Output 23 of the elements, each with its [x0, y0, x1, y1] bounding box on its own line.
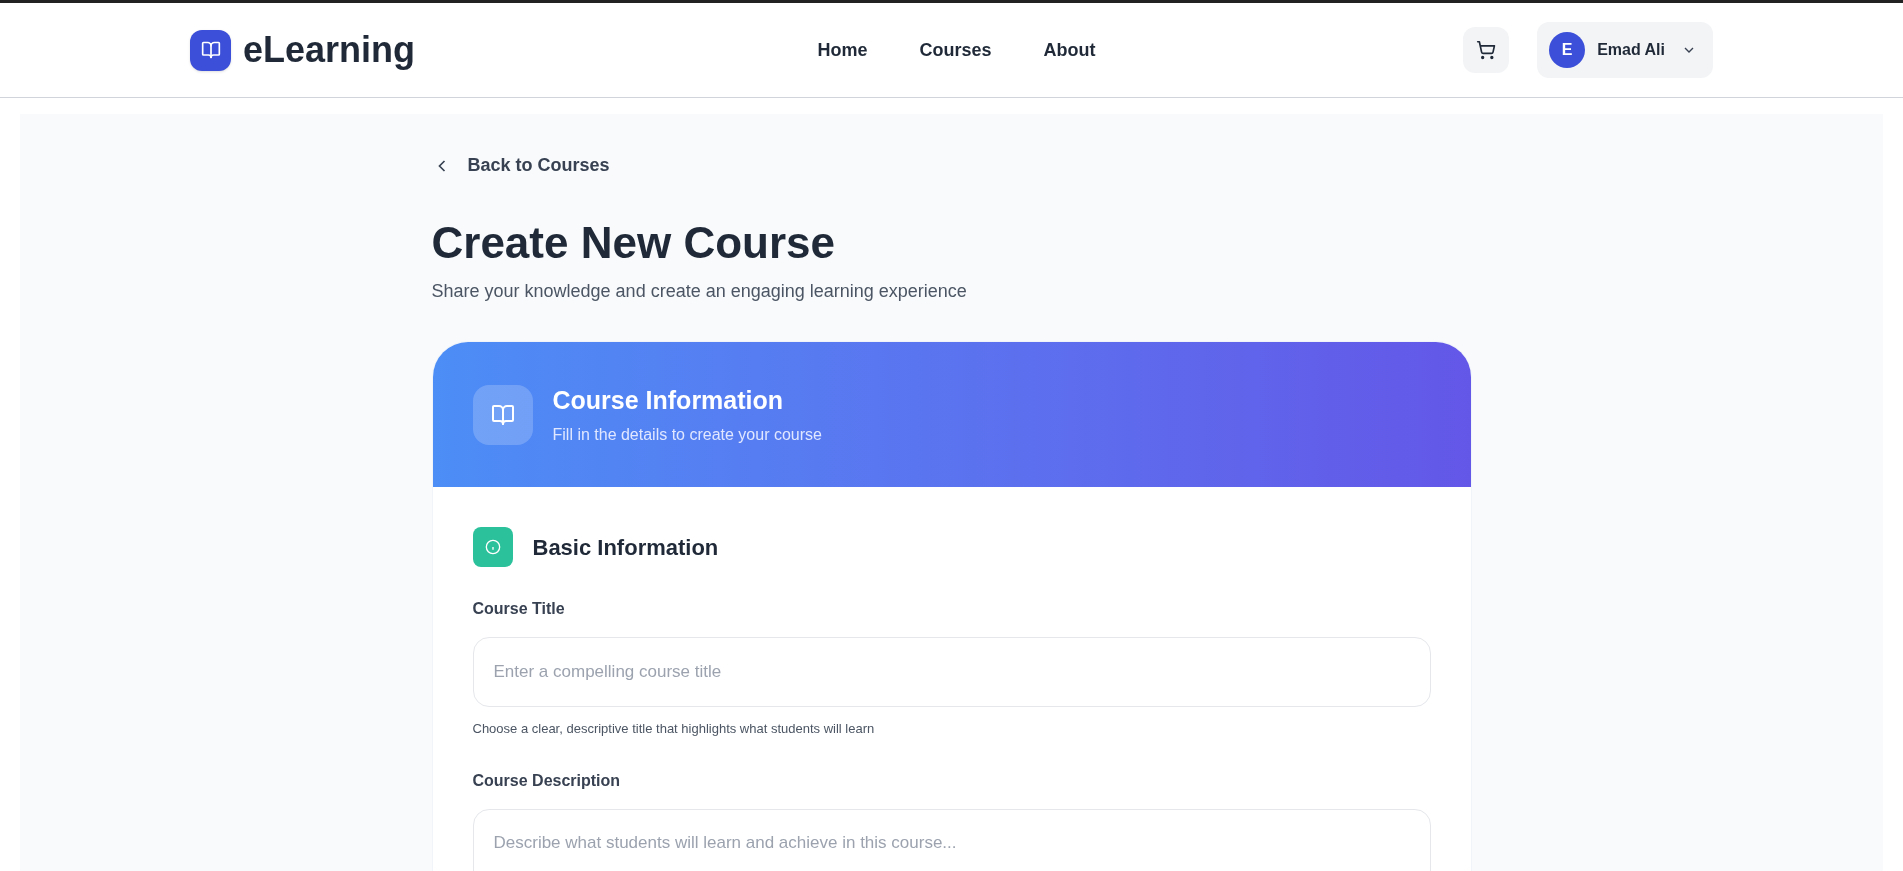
page-subtitle: Share your knowledge and create an engaging learning experience — [431, 280, 968, 303]
nav-link[interactable]: Home — [817, 36, 868, 64]
nav-link[interactable]: Courses — [919, 36, 992, 64]
nav-link[interactable]: About — [1043, 36, 1096, 64]
course-description-input[interactable]: Describe what students will learn and achieve in this course... — [472, 808, 1431, 871]
book-icon — [200, 40, 221, 60]
book-icon — [490, 402, 515, 427]
card-subtitle: Fill in the details to create your course — [552, 425, 822, 446]
cart-icon — [1476, 40, 1497, 60]
page-title: Create New Course — [431, 217, 836, 269]
section-title: Basic Information — [532, 533, 719, 562]
logo-text[interactable]: eLearning — [243, 23, 416, 77]
field-label: Course Title — [472, 599, 565, 619]
user-menu-button[interactable]: E Emad Ali — [1537, 22, 1713, 78]
field-label: Course Description — [472, 770, 621, 791]
cart-button[interactable] — [1463, 27, 1510, 73]
user-avatar: E — [1549, 32, 1586, 68]
user-name: Emad Ali — [1597, 40, 1665, 60]
field-hint: Choose a clear, descriptive title that highlights what students will learn — [472, 720, 875, 738]
card-title: Course Information — [552, 384, 785, 416]
back-link[interactable]: Back to Courses — [431, 152, 610, 179]
info-icon — [472, 527, 513, 567]
course-title-input[interactable]: Enter a compelling course title — [472, 637, 1431, 707]
